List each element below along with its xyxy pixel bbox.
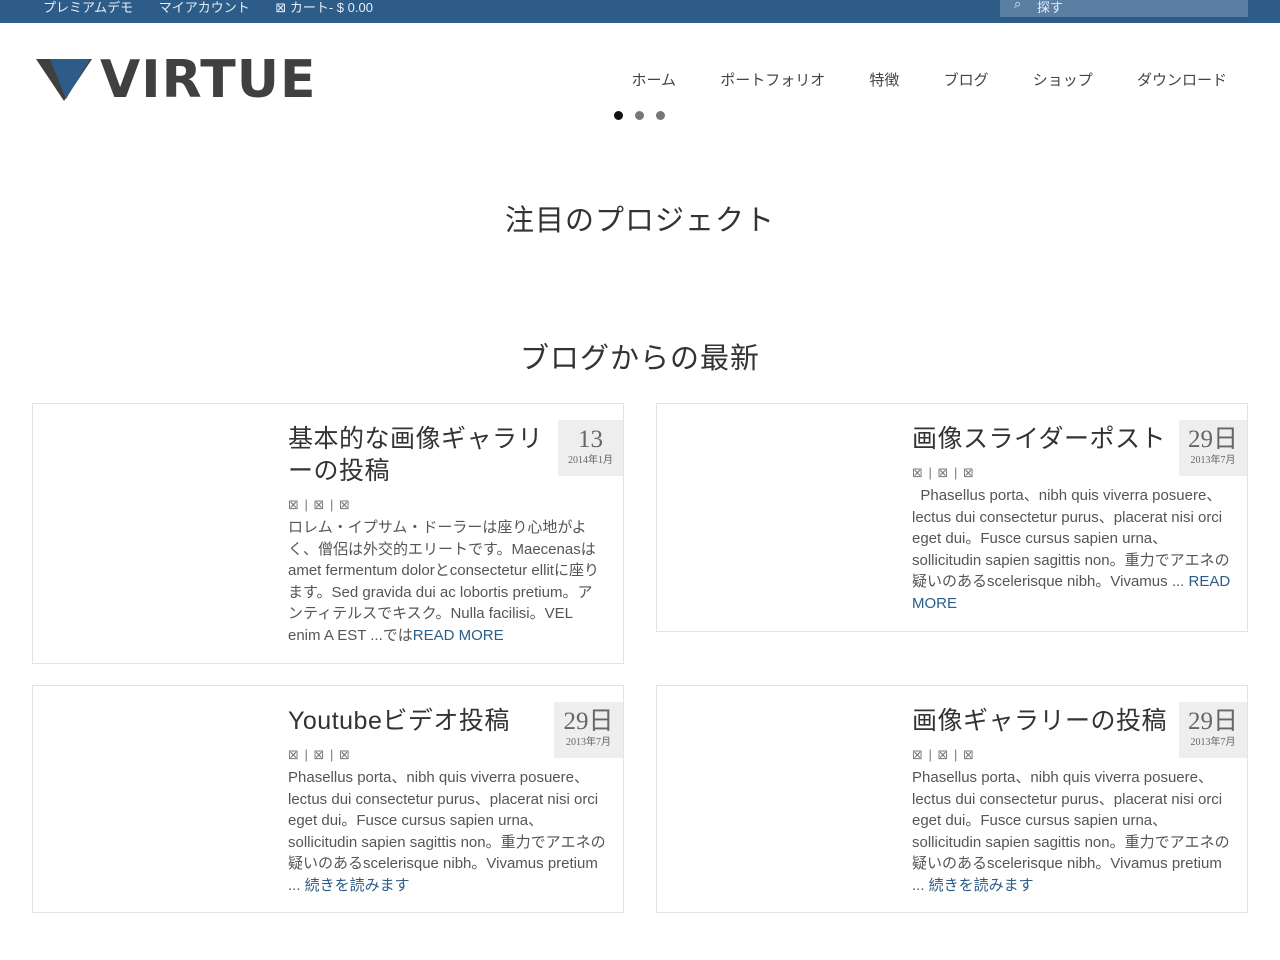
post-meta: ⊠ | ⊠ | ⊠ [288,747,351,762]
post-excerpt: Phasellus porta、nibh quis viverra posuer… [288,767,608,896]
post-meta: ⊠ | ⊠ | ⊠ [288,497,351,512]
slider-dot[interactable] [656,111,665,120]
post-excerpt: Phasellus porta、nibh quis viverra posuer… [912,485,1232,614]
read-more-link[interactable]: 続きを読みます [929,877,1034,894]
post-excerpt-text: ロレム・イプサム・ドーラーは座り心地がよく、僧侶は外交的エリートです。Maece… [288,519,599,644]
blog-post-card: 画像スライダーポスト 29日 2013年7月 ⊠ | ⊠ | ⊠ Phasell… [656,403,1248,632]
cart-link[interactable]: ⊠ カート- $ 0.00 [275,0,373,15]
post-excerpt-text: Phasellus porta、nibh quis viverra posuer… [912,769,1230,894]
top-bar: プレミアムデモ マイアカウント ⊠ カート- $ 0.00 ⌕ 探す [0,0,1280,23]
post-title[interactable]: Youtubeビデオ投稿 [288,705,550,737]
nav-item-features[interactable]: 特徴 [869,72,899,89]
blog-section-title: ブログからの最新 [519,343,760,375]
logo-wordmark: VIRTUE [100,50,317,110]
post-date-month: 2013年7月 [1190,455,1236,466]
post-excerpt-text: Phasellus porta、nibh quis viverra posuer… [912,487,1230,590]
slider-dot[interactable] [614,111,623,120]
read-more-link[interactable]: READ MORE [413,627,504,644]
blog-post-card: 画像ギャラリーの投稿 29日 2013年7月 ⊠ | ⊠ | ⊠ Phasell… [656,685,1248,913]
post-excerpt: Phasellus porta、nibh quis viverra posuer… [912,767,1232,896]
post-date-day: 13 [578,426,603,453]
nav-item-blog[interactable]: ブログ [944,72,989,89]
search-icon: ⌕ [1014,0,1022,11]
post-title[interactable]: 画像スライダーポスト [912,423,1182,455]
post-date-day: 29日 [563,708,614,735]
post-meta: ⊠ | ⊠ | ⊠ [912,747,975,762]
nav-item-shop[interactable]: ショップ [1033,72,1093,89]
nav-item-portfolio[interactable]: ポートフォリオ [720,72,825,89]
post-date-day: 29日 [1187,426,1238,453]
premium-demo-link[interactable]: プレミアムデモ [43,0,133,15]
post-date: 29日 2013年7月 [1179,420,1247,476]
post-date: 29日 2013年7月 [1179,702,1247,758]
nav-item-download[interactable]: ダウンロード [1137,72,1227,89]
featured-projects-title: 注目のプロジェクト [504,205,775,237]
post-excerpt-text: Phasellus porta、nibh quis viverra posuer… [288,769,606,894]
post-date-month: 2013年7月 [566,737,611,748]
logo-mark-icon [36,59,92,101]
post-date-month: 2014年1月 [568,455,613,466]
slider-pagination [614,107,677,125]
post-title[interactable]: 基本的な画像ギャラリーの投稿 [288,423,550,487]
my-account-link[interactable]: マイアカウント [159,0,250,15]
blog-post-card: 基本的な画像ギャラリーの投稿 13 2014年1月 ⊠ | ⊠ | ⊠ ロレム・… [32,403,624,664]
blog-post-card: Youtubeビデオ投稿 29日 2013年7月 ⊠ | ⊠ | ⊠ Phase… [32,685,624,913]
search-placeholder: 探す [1037,0,1064,15]
post-date-month: 2013年7月 [1190,737,1236,748]
post-title[interactable]: 画像ギャラリーの投稿 [912,705,1182,737]
post-date-day: 29日 [1187,708,1238,735]
top-links: プレミアムデモ マイアカウント ⊠ カート- $ 0.00 [43,0,395,16]
slider-dot[interactable] [635,111,644,120]
post-excerpt: ロレム・イプサム・ドーラーは座り心地がよく、僧侶は外交的エリートです。Maece… [288,517,606,646]
main-nav: ホーム ポートフォリオ 特徴 ブログ ショップ ダウンロード [592,69,1228,90]
post-date: 13 2014年1月 [558,420,623,476]
read-more-link[interactable]: 続きを読みます [305,877,410,894]
search-input[interactable]: ⌕ 探す [1000,0,1248,17]
post-meta: ⊠ | ⊠ | ⊠ [912,465,975,480]
nav-item-home[interactable]: ホーム [632,72,677,89]
post-date: 29日 2013年7月 [554,702,623,758]
